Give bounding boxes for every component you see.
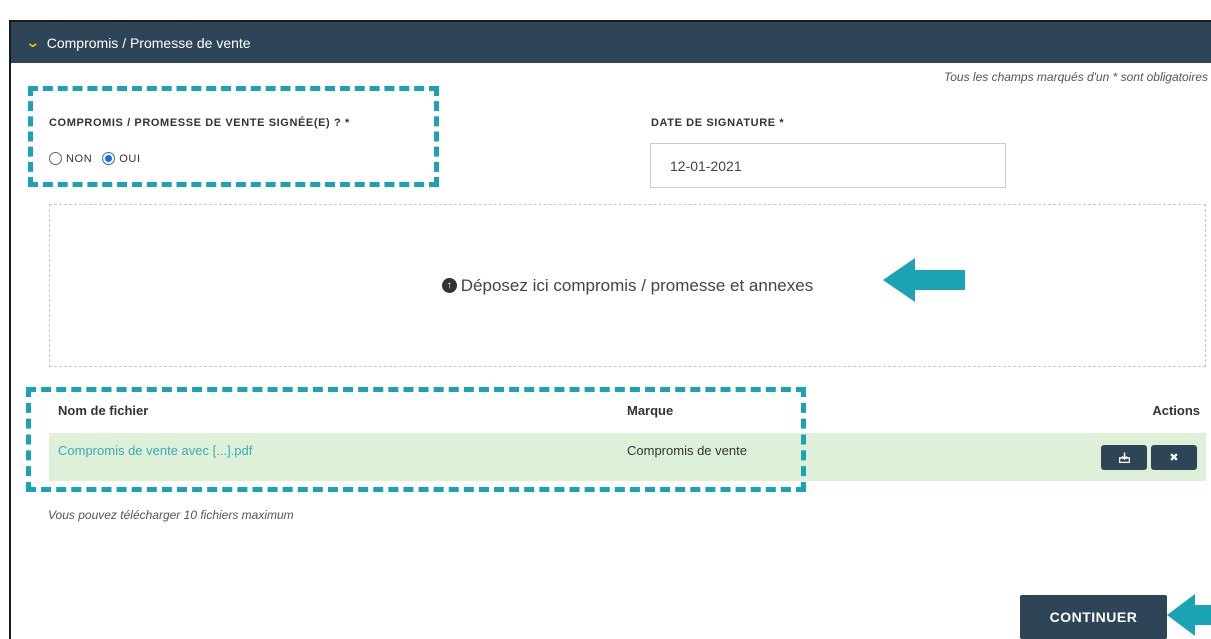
chevron-down-icon[interactable]: ⌄ <box>25 34 40 51</box>
annotation-highlight-radio <box>28 86 439 187</box>
download-button[interactable] <box>1101 445 1147 470</box>
close-icon: ✖ <box>1169 452 1179 464</box>
upload-icon: ↑ <box>441 278 457 293</box>
column-header-actions: Actions <box>1152 403 1200 418</box>
date-label: DATE DE SIGNATURE * <box>651 117 785 129</box>
dropzone-text: Déposez ici compromis / promesse et anne… <box>460 275 814 295</box>
download-icon <box>1118 452 1130 463</box>
annotation-arrow-continue <box>1167 594 1211 636</box>
section-title: Compromis / Promesse de vente <box>46 34 251 51</box>
required-fields-note: Tous les champs marqués d'un * sont obli… <box>944 70 1208 84</box>
annotation-arrow-dropzone <box>883 258 965 302</box>
annotation-highlight-table <box>26 387 806 492</box>
upload-limit-note: Vous pouvez télécharger 10 fichiers maxi… <box>48 508 294 522</box>
section-header[interactable]: ⌄ Compromis / Promesse de vente <box>11 22 1211 63</box>
delete-button[interactable]: ✖ <box>1151 445 1197 470</box>
continue-button[interactable]: CONTINUER <box>1020 595 1167 639</box>
signature-date-field[interactable]: 12-01-2021 <box>650 143 1006 188</box>
frame-border-left <box>9 20 11 639</box>
file-dropzone[interactable]: ↑ Déposez ici compromis / promesse et an… <box>49 204 1206 367</box>
